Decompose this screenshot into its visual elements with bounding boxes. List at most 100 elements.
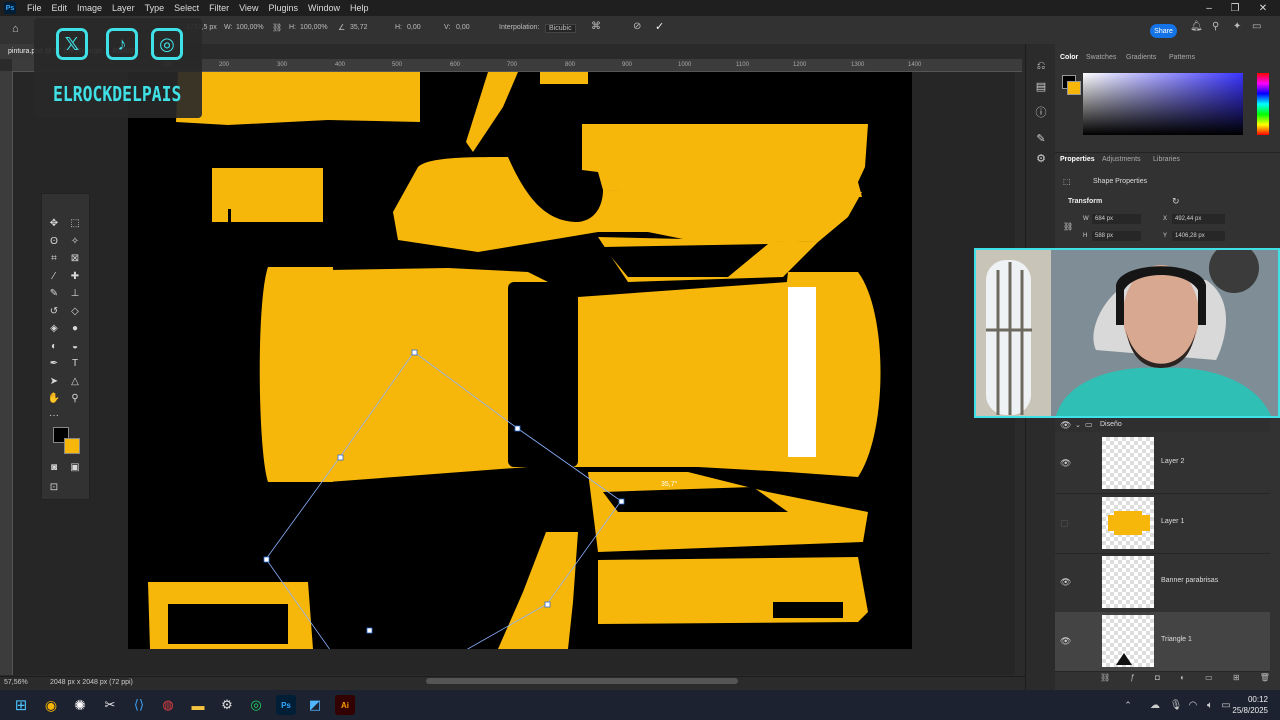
restore-icon[interactable]: ❐ — [1222, 0, 1248, 16]
document-canvas[interactable]: 35,7° — [128, 72, 912, 706]
info-icon[interactable]: ⓘ — [1033, 104, 1049, 120]
illustrator-icon[interactable]: Ai — [335, 695, 355, 715]
bell-icon[interactable]: 🔔︎ — [1190, 21, 1203, 32]
menu-select[interactable]: Select — [169, 3, 204, 13]
layer-group-row[interactable]: 👁︎ ⌄ ▭ Diseño — [1055, 418, 1270, 432]
mask-icon[interactable]: ◘ — [1155, 673, 1160, 685]
interpolation-select[interactable]: Bicubic — [545, 24, 576, 33]
transform-section-label[interactable]: Transform — [1068, 198, 1102, 205]
fx-icon[interactable]: ƒ — [1130, 673, 1134, 685]
taskbar-date[interactable]: 25/8/2025 — [1222, 706, 1268, 715]
dodge-tool-icon[interactable]: ◐ — [47, 339, 61, 353]
tab-gradients[interactable]: Gradients — [1126, 54, 1156, 61]
close-window-icon[interactable]: ✕ — [1250, 0, 1276, 16]
zoom-tool-icon[interactable]: ⚲ — [68, 391, 82, 405]
warp-icon[interactable]: ⌘ — [591, 21, 601, 32]
edit-toolbar-icon[interactable]: ⊡ — [47, 480, 61, 494]
magic-wand-tool-icon[interactable]: ✧ — [68, 234, 82, 248]
link-dimensions-icon[interactable]: ⛓ — [1063, 222, 1073, 231]
background-color-swatch[interactable] — [64, 438, 80, 454]
chevron-down-icon[interactable]: ⌄ — [1075, 421, 1081, 429]
eye-icon[interactable]: 👁︎ — [1060, 458, 1071, 469]
search-icon[interactable]: ⚲ — [1212, 21, 1219, 32]
new-group-icon[interactable]: ▭ — [1205, 673, 1213, 685]
prop-h-input[interactable]: 588 px — [1092, 231, 1141, 241]
tab-patterns[interactable]: Patterns — [1169, 54, 1195, 61]
paint-bucket-tool-icon[interactable]: ◈ — [47, 321, 61, 335]
eye-hidden-icon[interactable]: ▢ — [1060, 518, 1069, 529]
healing-brush-tool-icon[interactable]: ✚ — [68, 269, 82, 283]
brush-tool-icon[interactable]: ✎ — [47, 286, 61, 300]
color-panel-background-swatch[interactable] — [1067, 81, 1081, 95]
screen-mode-icon[interactable]: ▣ — [68, 460, 82, 474]
quick-mask-icon[interactable]: ◙ — [47, 460, 61, 474]
paint-app-icon[interactable]: ◩ — [305, 695, 325, 715]
menu-filter[interactable]: Filter — [204, 3, 234, 13]
marquee-tool-icon[interactable]: ⬚ — [68, 216, 82, 230]
tab-adjustments[interactable]: Adjustments — [1102, 156, 1141, 163]
taskbar-time[interactable]: 00:12 — [1232, 695, 1268, 704]
photoshop-taskbar-icon[interactable]: Ps — [276, 695, 296, 715]
tab-properties[interactable]: Properties — [1060, 156, 1095, 163]
prop-w-input[interactable]: 684 px — [1092, 214, 1141, 224]
path-selection-tool-icon[interactable]: ➤ — [47, 374, 61, 388]
file-explorer-icon[interactable]: ▬ — [188, 695, 208, 715]
layer-row[interactable]: 👁︎ Layer 2 — [1055, 434, 1270, 494]
vscode-icon[interactable]: ⟨⟩ — [129, 695, 149, 715]
workspace-icon[interactable]: ▭ — [1252, 21, 1261, 32]
capcut-icon[interactable]: ✂ — [100, 695, 120, 715]
vskew-value[interactable]: 0,00 — [456, 24, 470, 31]
minimize-icon[interactable]: – — [1196, 0, 1222, 16]
commit-transform-icon[interactable]: ✓ — [655, 20, 664, 33]
horizontal-scrollbar[interactable] — [426, 678, 738, 684]
sponge-tool-icon[interactable]: ◒ — [68, 339, 82, 353]
menu-image[interactable]: Image — [72, 3, 107, 13]
windows-start-icon[interactable]: ⊞ — [11, 695, 31, 715]
menu-window[interactable]: Window — [303, 3, 345, 13]
brush-settings-icon[interactable]: ⚙ — [1033, 150, 1049, 166]
crop-tool-icon[interactable]: ⌗ — [47, 251, 61, 265]
eyedropper-tool-icon[interactable]: ⁄ — [47, 269, 61, 283]
more-tools-icon[interactable]: ··· — [47, 408, 61, 422]
steam-icon[interactable]: ⚙ — [217, 695, 237, 715]
delete-layer-icon[interactable]: 🗑︎ — [1260, 673, 1270, 685]
tab-libraries[interactable]: Libraries — [1153, 156, 1180, 163]
pen-tool-icon[interactable]: ✒ — [47, 356, 61, 370]
blur-tool-icon[interactable]: ● — [68, 321, 82, 335]
hue-slider[interactable] — [1257, 73, 1269, 135]
menu-layer[interactable]: Layer — [107, 3, 140, 13]
tab-color[interactable]: Color — [1060, 54, 1078, 61]
brushes-icon[interactable]: ✎ — [1033, 130, 1049, 146]
height-value[interactable]: 100,00% — [300, 24, 328, 31]
stamp-tool-icon[interactable]: ⊥ — [68, 286, 82, 300]
eye-icon[interactable]: 👁︎ — [1060, 636, 1071, 647]
link-icon[interactable]: ⛓ — [272, 23, 282, 32]
frame-tool-icon[interactable]: ⊠ — [68, 251, 82, 265]
type-tool-icon[interactable]: T — [68, 356, 82, 370]
shape-tool-icon[interactable]: △ — [68, 374, 82, 388]
hand-tool-icon[interactable]: ✋ — [47, 391, 61, 405]
app-icon[interactable]: ✺ — [70, 695, 90, 715]
menu-help[interactable]: Help — [345, 3, 374, 13]
eye-icon[interactable]: 👁︎ — [1060, 420, 1071, 431]
obs-icon[interactable]: ◍ — [158, 695, 178, 715]
move-tool-icon[interactable]: ✥ — [47, 216, 61, 230]
layer-row[interactable]: 👁︎ Banner parabrisas — [1055, 553, 1270, 613]
chrome-icon[interactable]: ◉ — [41, 695, 61, 715]
width-value[interactable]: 100,00% — [236, 24, 264, 31]
eraser-tool-icon[interactable]: ◇ — [68, 304, 82, 318]
link-layers-icon[interactable]: ⛓ — [1100, 673, 1110, 685]
angle-value[interactable]: 35,72 — [350, 24, 368, 31]
tab-swatches[interactable]: Swatches — [1086, 54, 1116, 61]
menu-type[interactable]: Type — [140, 3, 170, 13]
eye-icon[interactable]: 👁︎ — [1060, 577, 1071, 588]
discover-icon[interactable]: ✦ — [1233, 21, 1241, 32]
tray-chevron-icon[interactable]: ⌃ — [1118, 695, 1138, 715]
reset-transform-icon[interactable]: ↻ — [1172, 196, 1180, 207]
menu-file[interactable]: File — [22, 3, 47, 13]
adjustment-layer-icon[interactable]: ◐ — [1180, 673, 1185, 685]
share-button[interactable]: Share — [1150, 24, 1177, 38]
new-layer-icon[interactable]: ⊞ — [1233, 673, 1240, 685]
hskew-value[interactable]: 0,00 — [407, 24, 421, 31]
spotify-icon[interactable]: ◎ — [246, 695, 266, 715]
